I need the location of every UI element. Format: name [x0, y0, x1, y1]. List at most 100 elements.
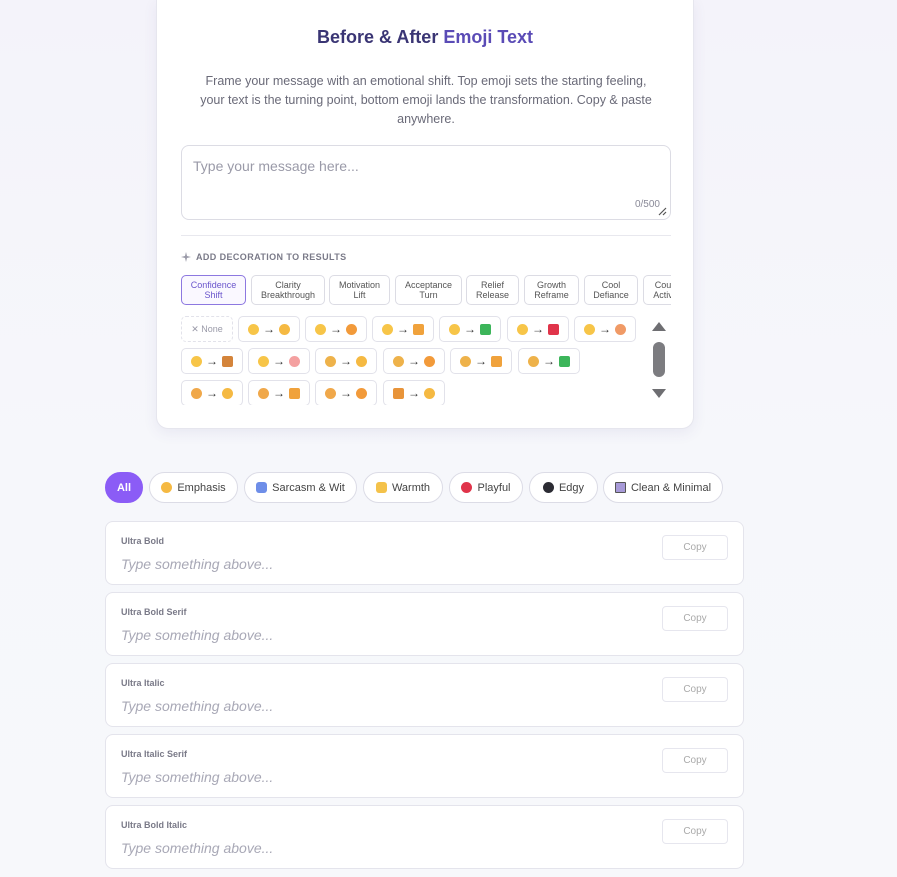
filter-playful[interactable]: Playful: [449, 472, 523, 503]
arrow-glyph: →: [273, 354, 285, 368]
generator-card: Before & After Emoji Text Frame your mes…: [156, 0, 694, 429]
decoration-option[interactable]: →: [383, 348, 445, 374]
copy-button[interactable]: Copy: [662, 819, 728, 844]
crown-icon: [289, 387, 300, 399]
decoration-option[interactable]: →: [305, 316, 367, 342]
result-style-name: Ultra Italic: [121, 678, 165, 688]
message-box[interactable]: 0/500: [181, 145, 671, 220]
arrow-glyph: →: [206, 354, 218, 368]
scroll-down-arrow-icon[interactable]: [652, 389, 666, 398]
result-preview: Type something above...: [121, 698, 274, 714]
anxious-face-icon: [325, 387, 336, 399]
arrow-glyph: →: [475, 354, 487, 368]
tab-acceptance-turn[interactable]: Acceptance Turn: [395, 275, 462, 305]
decoration-option[interactable]: →: [315, 380, 377, 405]
filter-label: Emphasis: [177, 481, 226, 494]
result-preview: Type something above...: [121, 840, 274, 856]
worried-face-icon: [258, 355, 269, 367]
decoration-option[interactable]: →: [574, 316, 636, 342]
copy-button[interactable]: Copy: [662, 535, 728, 560]
resize-handle-icon[interactable]: [657, 206, 667, 216]
filter-edgy[interactable]: Edgy: [529, 472, 598, 503]
decoration-option[interactable]: →: [450, 348, 512, 374]
tab-confidence-shift[interactable]: Confidence Shift: [181, 275, 246, 305]
hundred-points-icon: [548, 323, 559, 335]
crown-icon: [491, 355, 502, 367]
check-mark-icon: [559, 355, 570, 367]
balloon-icon: [461, 482, 473, 493]
decoration-option[interactable]: →: [181, 348, 243, 374]
decoration-option[interactable]: →: [315, 348, 377, 374]
decoration-option[interactable]: →: [372, 316, 434, 342]
decoration-none-option[interactable]: ✕ None: [181, 316, 233, 342]
nervous-face-icon: [460, 355, 471, 367]
worried-face-icon: [584, 323, 595, 335]
arrow-glyph: →: [340, 354, 352, 368]
arrow-glyph: →: [532, 322, 544, 336]
flexed-arm-icon: [222, 387, 233, 399]
result-card: Ultra Bold Type something above... Copy: [105, 521, 744, 585]
scrollbar-thumb[interactable]: [653, 342, 665, 377]
masks-icon: [256, 482, 268, 493]
arrow-glyph: →: [263, 322, 275, 336]
divider: [181, 235, 671, 236]
filter-label: All: [116, 481, 132, 494]
filter-warmth[interactable]: Warmth: [363, 472, 443, 503]
filter-all[interactable]: All: [105, 472, 143, 503]
anxious-face-icon: [191, 387, 202, 399]
check-mark-icon: [480, 323, 491, 335]
decoration-option[interactable]: →: [439, 316, 501, 342]
trophy-icon: [222, 355, 233, 367]
decoration-label-text: ADD DECORATION TO RESULTS: [196, 252, 347, 262]
scroll-up-arrow-icon[interactable]: [652, 322, 666, 331]
filter-label: Edgy: [558, 481, 585, 494]
decoration-option[interactable]: →: [248, 348, 310, 374]
black-heart-icon: [542, 482, 554, 493]
tab-cool-defiance[interactable]: Cool Defiance: [584, 275, 638, 305]
result-preview: Type something above...: [121, 627, 274, 643]
decoration-option[interactable]: →: [507, 316, 569, 342]
result-card: Ultra Bold Italic Type something above..…: [105, 805, 744, 869]
arrow-glyph: →: [273, 386, 285, 400]
grinning-face-icon: [346, 323, 357, 335]
flexed-arm-icon: [424, 387, 435, 399]
filter-label: Warmth: [391, 481, 431, 494]
title-main: Before & After: [316, 27, 439, 47]
tab-clarity-breakthrough[interactable]: Clarity Breakthrough: [251, 275, 325, 305]
filter-sarcasm-wit[interactable]: Sarcasm & Wit: [244, 472, 357, 503]
flexed-arm-icon: [161, 482, 173, 493]
crown-icon: [413, 323, 424, 335]
copy-button[interactable]: Copy: [662, 606, 728, 631]
decoration-option[interactable]: →: [248, 380, 310, 405]
result-style-name: Ultra Italic Serif: [121, 749, 188, 759]
page-title: Before & After Emoji Text: [157, 27, 693, 48]
arrow-glyph: →: [330, 322, 342, 336]
filter-label: Sarcasm & Wit: [272, 481, 345, 494]
copy-button[interactable]: Copy: [662, 748, 728, 773]
decoration-option[interactable]: →: [181, 380, 243, 405]
arrow-glyph: →: [599, 322, 611, 336]
tab-relief-release[interactable]: Relief Release: [466, 275, 519, 305]
message-input[interactable]: [193, 158, 653, 174]
decoration-option[interactable]: →: [238, 316, 300, 342]
arrow-glyph: →: [340, 386, 352, 400]
filter-emphasis[interactable]: Emphasis: [149, 472, 238, 503]
result-preview: Type something above...: [121, 556, 274, 572]
decoration-option[interactable]: →: [518, 348, 580, 374]
arrow-glyph: →: [464, 322, 476, 336]
flexed-arm-icon: [356, 355, 367, 367]
nervous-face-icon: [325, 355, 336, 367]
copy-button[interactable]: Copy: [662, 677, 728, 702]
filter-clean-minimal[interactable]: Clean & Minimal: [603, 472, 723, 503]
tab-growth-reframe[interactable]: Growth Reframe: [524, 275, 579, 305]
result-preview: Type something above...: [121, 769, 274, 785]
grinning-face-icon: [356, 387, 367, 399]
nervous-face-icon: [393, 355, 404, 367]
page-description: Frame your message with an emotional shi…: [200, 74, 652, 126]
grinning-face-icon: [424, 355, 435, 367]
tab-courage-activation[interactable]: Cou Activ: [643, 275, 671, 305]
decoration-option[interactable]: →: [383, 380, 445, 405]
tab-motivation-lift[interactable]: Motivation Lift: [329, 275, 390, 305]
arrow-glyph: →: [397, 322, 409, 336]
worried-face-icon: [517, 323, 528, 335]
